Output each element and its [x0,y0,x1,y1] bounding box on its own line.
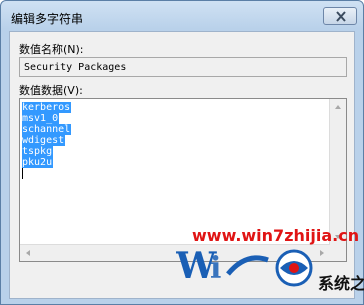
value-name-label: 数值名称(N): [19,43,84,56]
value-data-lines[interactable]: kerberos msv1_0 schannel wdigest tspkg p… [22,102,72,179]
dialog-title: 编辑多字符串 [11,12,84,26]
data-line: kerberos [22,102,72,113]
brand-logo-icon [272,248,316,292]
watermark-url: www.win7zhijia.cn [192,226,360,245]
title-bar[interactable]: 编辑多字符串 [1,1,363,31]
data-line: msv1_0 [22,113,60,124]
close-icon [336,11,346,22]
scroll-left-icon[interactable] [20,245,36,261]
data-line: tspkg [22,146,54,157]
scroll-up-icon[interactable] [330,99,346,115]
data-line: wdigest [22,135,66,146]
vertical-scrollbar[interactable] [329,99,346,245]
value-name-field: Security Packages [19,57,347,77]
close-button[interactable] [323,7,357,25]
watermark-win7-logo-text: W i [175,244,276,293]
svg-text:i: i [210,251,223,284]
data-line: pku2u [22,157,54,168]
watermark-brand: 系统之家 [318,274,364,293]
value-data-label: 数值数据(V): [19,84,83,97]
text-caret [22,168,23,179]
data-line: schannel [22,124,72,135]
site-watermark: www.win7zhijia.cn W i 系统之家 [150,226,364,302]
win7-logo: W i [175,245,269,287]
